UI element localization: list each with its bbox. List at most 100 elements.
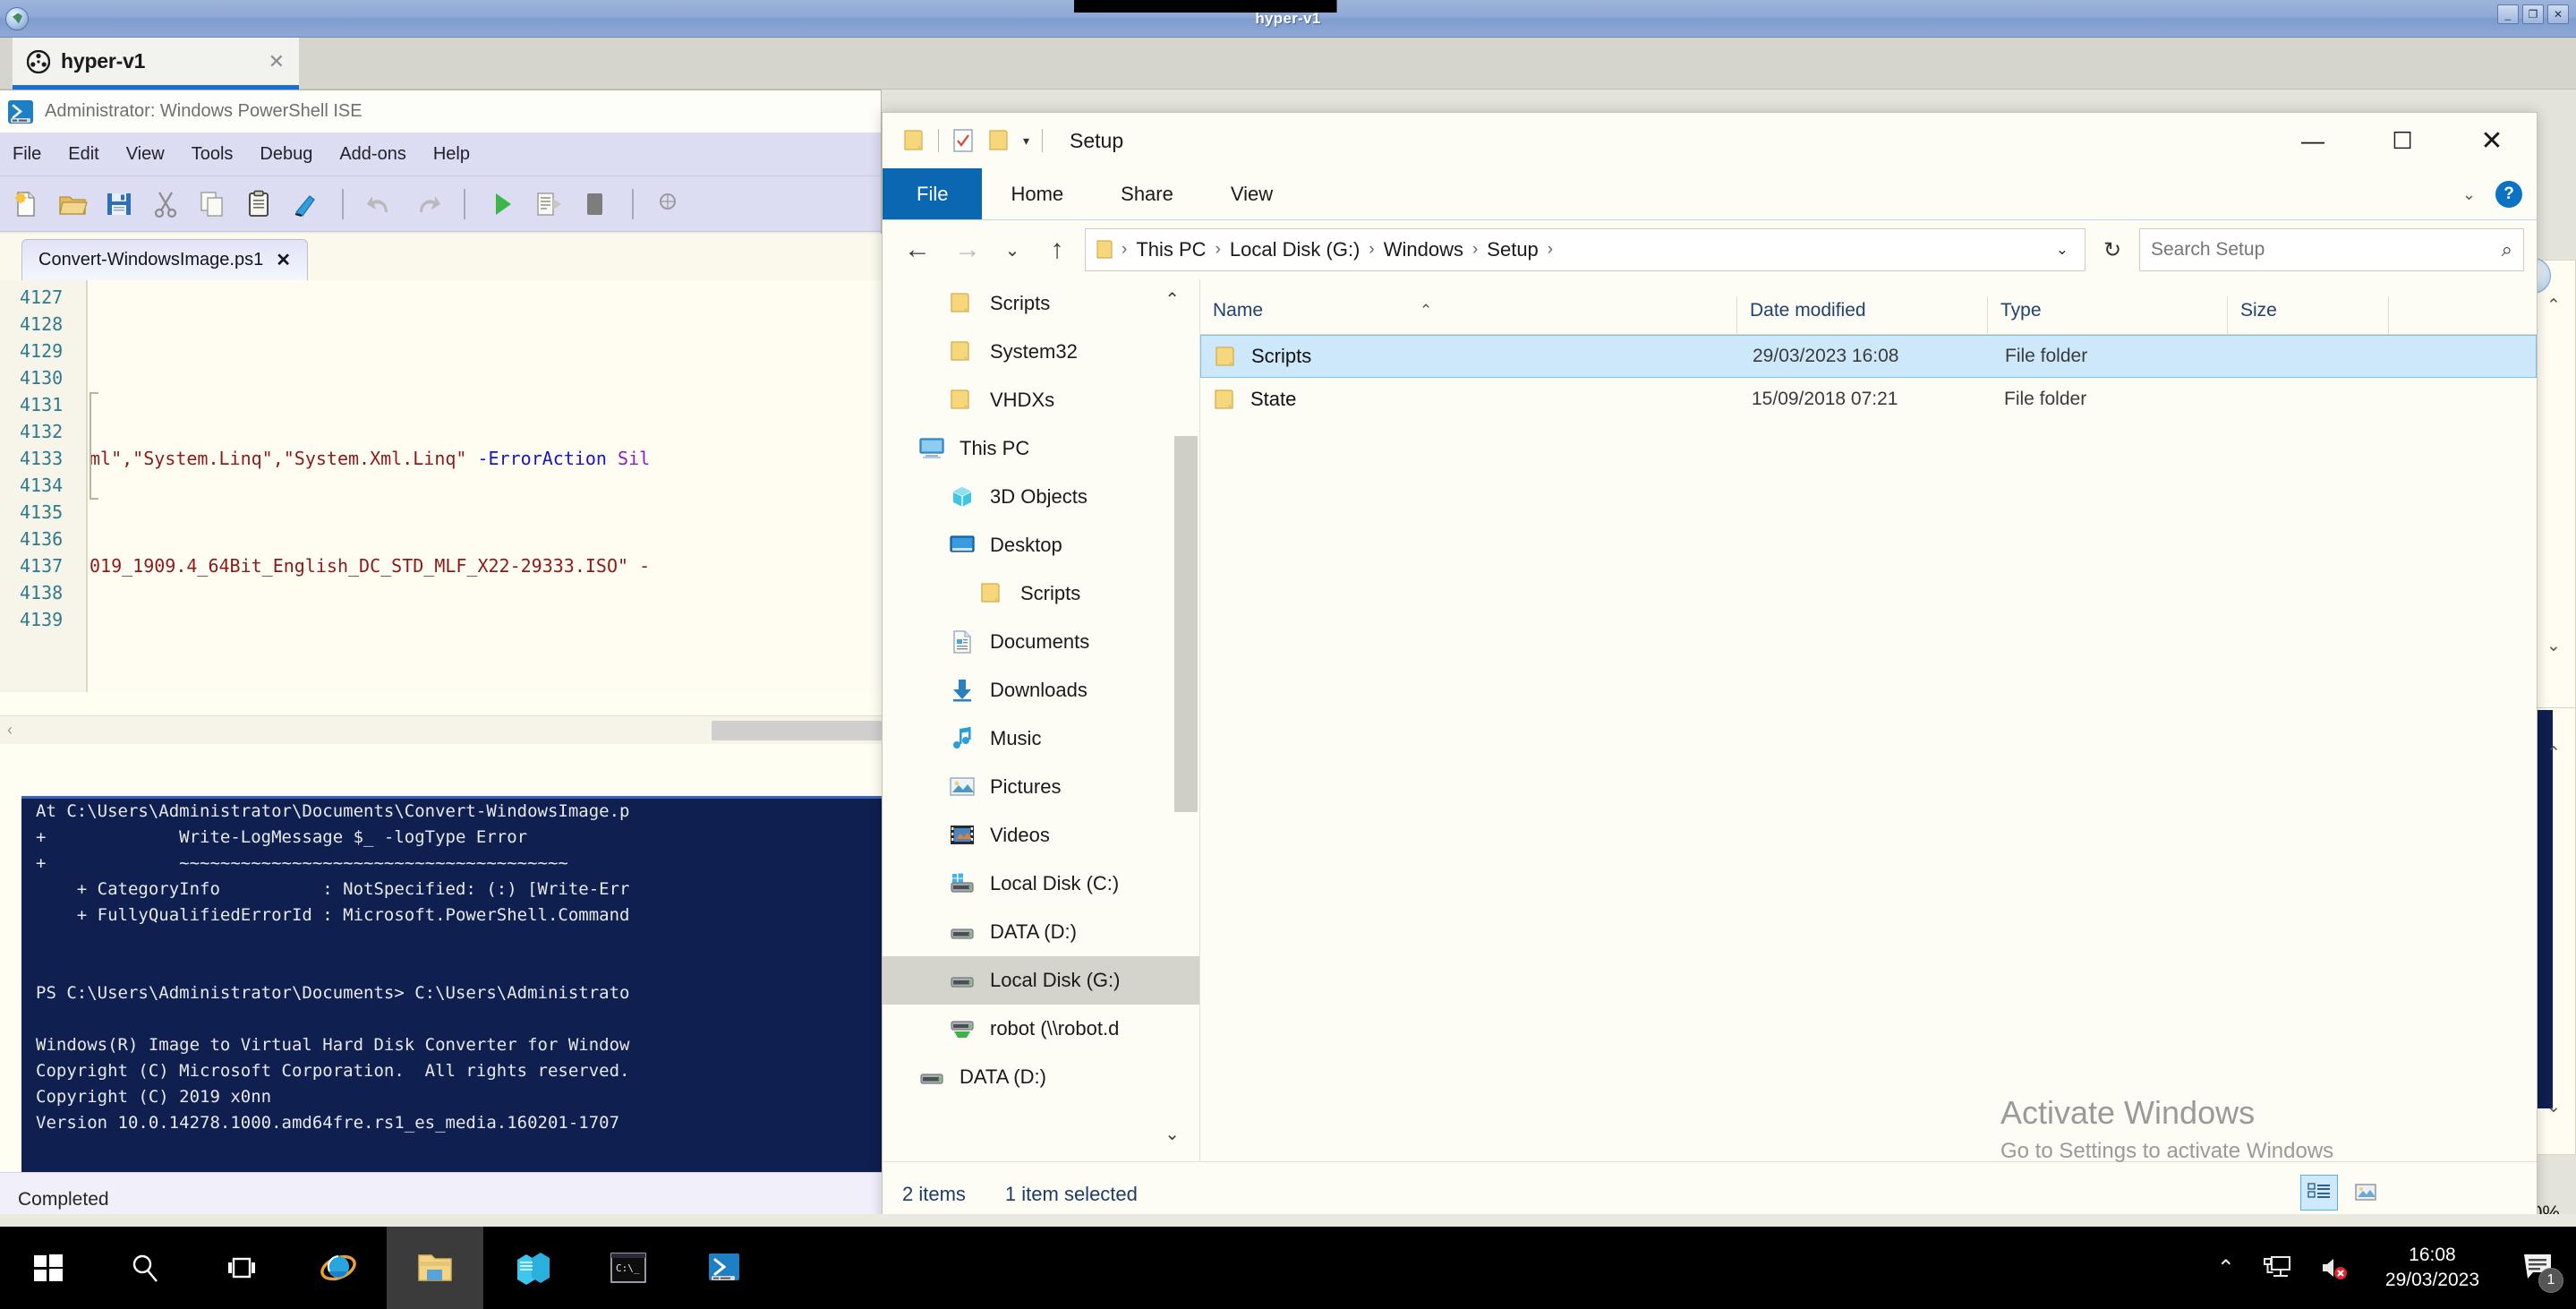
breadcrumb-this-pc[interactable]: This PC: [1132, 238, 1209, 261]
powershell-icon[interactable]: [677, 1227, 773, 1309]
column-header-name[interactable]: Name ⌃: [1200, 296, 1737, 334]
vm-close-button[interactable]: ✕: [2547, 4, 2569, 24]
start-windows-icon[interactable]: [0, 1227, 97, 1309]
navigation-pane[interactable]: Scripts System32 VHDXs This PC 3D Objects Des…: [883, 279, 1200, 1161]
save-icon[interactable]: [104, 189, 134, 219]
clear-console-icon[interactable]: [290, 189, 320, 219]
command-prompt-icon[interactable]: C:\_: [580, 1227, 677, 1309]
tab-view[interactable]: View: [1202, 168, 1301, 219]
properties-icon[interactable]: [951, 127, 975, 154]
tab-home[interactable]: Home: [982, 168, 1092, 219]
minimize-button[interactable]: —: [2268, 113, 2358, 168]
open-folder-icon[interactable]: [57, 189, 88, 219]
document-tab-convert-windowsimage[interactable]: Convert-WindowsImage.ps1 ✕: [21, 239, 308, 280]
file-explorer-icon[interactable]: [387, 1227, 483, 1309]
breadcrumb-local-disk-g[interactable]: Local Disk (G:): [1226, 238, 1363, 261]
nav-item-local-disk-g[interactable]: Local Disk (G:): [883, 956, 1199, 1005]
menu-help[interactable]: Help: [433, 144, 470, 165]
action-center-icon[interactable]: 1: [2515, 1245, 2563, 1293]
nav-item-music[interactable]: Music: [883, 714, 1199, 763]
nav-item-3d-objects[interactable]: 3D Objects: [883, 473, 1199, 521]
tab-hyper-v1[interactable]: hyper-v1 ✕: [13, 38, 299, 90]
table-row[interactable]: Scripts 29/03/2023 16:08 File folder: [1200, 335, 2537, 378]
details-view-icon[interactable]: [2300, 1175, 2338, 1211]
menu-view[interactable]: View: [126, 144, 165, 165]
file-list[interactable]: Name ⌃ Date modified Type Size Scripts 29…: [1200, 279, 2537, 1161]
undo-icon[interactable]: [365, 189, 396, 219]
new-folder-icon[interactable]: [987, 127, 1011, 154]
tab-file[interactable]: File: [883, 168, 983, 219]
paste-icon[interactable]: [243, 189, 274, 219]
redo-icon[interactable]: [412, 189, 442, 219]
network-icon[interactable]: [2262, 1254, 2292, 1281]
console-output[interactable]: At C:\Users\Administrator\Documents\Conv…: [21, 796, 882, 1181]
recent-locations-caret-icon[interactable]: ⌄: [995, 227, 1029, 272]
nav-scroll-down-icon[interactable]: ⌄: [1164, 1123, 1180, 1145]
new-file-icon[interactable]: [11, 189, 41, 219]
run-script-icon[interactable]: [487, 189, 517, 219]
run-selection-icon[interactable]: [533, 189, 564, 219]
up-button[interactable]: ↑: [1035, 227, 1079, 272]
search-box[interactable]: ⌕: [2139, 228, 2524, 271]
large-icons-view-icon[interactable]: [2347, 1175, 2384, 1211]
close-icon[interactable]: ✕: [269, 50, 285, 73]
editor-horizontal-scrollbar[interactable]: ‹: [0, 715, 882, 744]
maximize-button[interactable]: ☐: [2358, 113, 2447, 168]
scroll-up-icon[interactable]: ⌃: [2546, 743, 2561, 764]
menu-edit[interactable]: Edit: [68, 144, 98, 165]
column-header-size[interactable]: Size: [2228, 296, 2389, 334]
scroll-left-icon[interactable]: ‹: [0, 721, 20, 740]
nav-pane-scrollbar-thumb[interactable]: [1174, 436, 1198, 812]
new-remote-tab-icon[interactable]: [655, 189, 686, 219]
scroll-down-icon[interactable]: ⌄: [2546, 636, 2561, 656]
clock[interactable]: 16:08 29/03/2023: [2376, 1243, 2488, 1294]
tab-share[interactable]: Share: [1092, 168, 1202, 219]
menu-file[interactable]: File: [13, 144, 41, 165]
cut-icon[interactable]: [150, 189, 181, 219]
nav-item-local-disk-c[interactable]: Local Disk (C:): [883, 860, 1199, 908]
forward-button[interactable]: →: [945, 227, 990, 272]
scrollbar-thumb[interactable]: [712, 721, 882, 740]
nav-item-this-pc[interactable]: This PC: [883, 424, 1199, 473]
code-editor[interactable]: 4127 4128 4129 4130 4131 4132 4133 4134 4135 4136…: [0, 280, 882, 692]
menu-tools[interactable]: Tools: [192, 144, 234, 165]
help-icon[interactable]: ?: [2495, 181, 2522, 208]
volume-muted-icon[interactable]: [2319, 1254, 2350, 1281]
nav-item-pictures[interactable]: Pictures: [883, 763, 1199, 811]
nav-item-desktop[interactable]: Desktop: [883, 521, 1199, 569]
nav-item-documents[interactable]: Documents: [883, 618, 1199, 666]
nav-item-videos[interactable]: Videos: [883, 811, 1199, 860]
folder-icon[interactable]: [902, 127, 925, 154]
nav-item-downloads[interactable]: Downloads: [883, 666, 1199, 714]
nav-item-vhdxs[interactable]: VHDXs: [883, 376, 1199, 424]
show-hidden-icons-chevron-icon[interactable]: ⌃: [2217, 1255, 2235, 1281]
search-icon[interactable]: [97, 1227, 193, 1309]
close-icon[interactable]: ✕: [276, 249, 291, 271]
refresh-button[interactable]: ↻: [2091, 228, 2134, 271]
nav-item-data-d[interactable]: DATA (D:): [883, 908, 1199, 956]
close-button[interactable]: ✕: [2447, 113, 2537, 168]
search-icon[interactable]: ⌕: [2502, 238, 2512, 261]
search-input[interactable]: [2151, 239, 2502, 261]
nav-scroll-up-icon[interactable]: ⌃: [1164, 288, 1180, 311]
customize-qat-caret-icon[interactable]: ▾: [1023, 133, 1029, 149]
chevron-down-icon[interactable]: ⌄: [2462, 185, 2476, 204]
scroll-up-icon[interactable]: ⌃: [2546, 295, 2561, 316]
breadcrumb[interactable]: › This PC › Local Disk (G:) › Windows › …: [1085, 228, 2086, 271]
table-row[interactable]: State 15/09/2018 07:21 File folder: [1200, 378, 2537, 421]
copy-icon[interactable]: [197, 189, 227, 219]
nav-item-robot-robot-d[interactable]: robot (\\robot.d: [883, 1005, 1199, 1053]
server-manager-icon[interactable]: [483, 1227, 580, 1309]
nav-item-system32[interactable]: System32: [883, 328, 1199, 376]
stop-icon[interactable]: [580, 189, 610, 219]
breadcrumb-windows[interactable]: Windows: [1380, 238, 1467, 261]
back-button[interactable]: ←: [895, 227, 940, 272]
nav-item-data-d[interactable]: DATA (D:): [883, 1053, 1199, 1101]
nav-item-scripts[interactable]: Scripts: [883, 279, 1199, 328]
internet-explorer-icon[interactable]: [290, 1227, 387, 1309]
breadcrumb-setup[interactable]: Setup: [1483, 238, 1542, 261]
scroll-down-icon[interactable]: ⌄: [2546, 1097, 2561, 1117]
task-view-icon[interactable]: [193, 1227, 290, 1309]
column-header-type[interactable]: Type: [1988, 296, 2228, 334]
vm-minimize-button[interactable]: _: [2497, 4, 2519, 24]
